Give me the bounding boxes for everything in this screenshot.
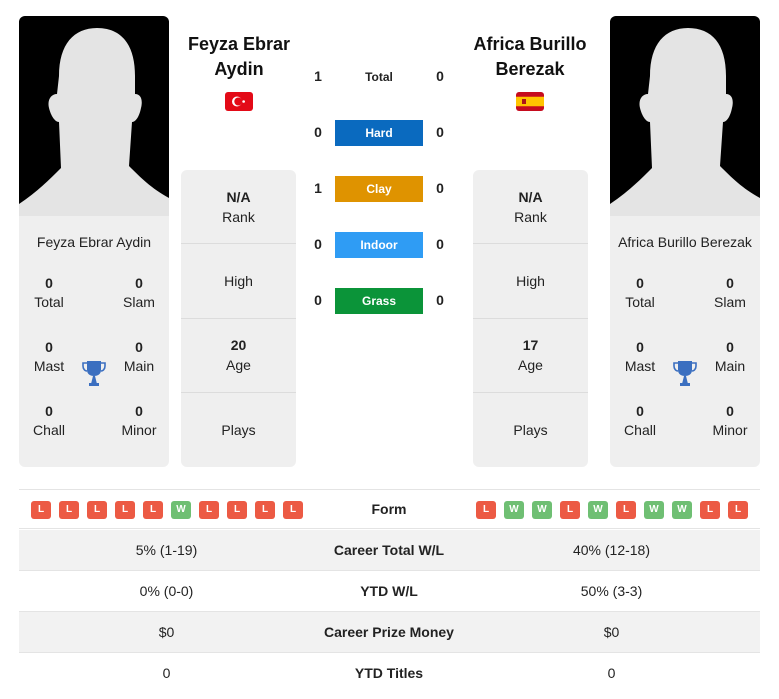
spain-flag-icon bbox=[516, 92, 544, 111]
player-card-left: Feyza Ebrar Aydin 0 Total 0 Slam 0 Mast 0 Ma… bbox=[19, 16, 169, 467]
surface-total-label: Total bbox=[365, 70, 393, 84]
player-photo-right bbox=[610, 16, 760, 216]
form-badge-win[interactable]: W bbox=[588, 501, 608, 519]
form-badge-loss[interactable]: L bbox=[87, 501, 107, 519]
form-badge-win[interactable]: W bbox=[672, 501, 692, 519]
stats-panel-right: N/A Rank High 17 Age Plays bbox=[473, 170, 588, 467]
form-badge-loss[interactable]: L bbox=[283, 501, 303, 519]
surface-grass-badge[interactable]: Grass bbox=[335, 288, 423, 314]
player-photo-left bbox=[19, 16, 169, 216]
form-badge-loss[interactable]: L bbox=[199, 501, 219, 519]
trophy-icon bbox=[673, 361, 697, 386]
h2h-row-clay: 1 Clay 0 bbox=[300, 176, 460, 202]
form-badge-loss[interactable]: L bbox=[115, 501, 135, 519]
form-badge-loss[interactable]: L bbox=[143, 501, 163, 519]
stat-plays: Plays bbox=[513, 421, 548, 438]
comparison-row-ytd-wl: 0% (0-0) YTD W/L 50% (3-3) bbox=[19, 571, 760, 612]
surface-clay-badge[interactable]: Clay bbox=[335, 176, 423, 202]
silhouette-icon bbox=[610, 28, 760, 216]
player-name-right: Africa Burillo Berezak bbox=[618, 234, 752, 250]
titles-main: 0 Main bbox=[714, 339, 746, 374]
titles-slam: 0 Slam bbox=[714, 275, 746, 310]
comparison-row-prize-money: $0 Career Prize Money $0 bbox=[19, 612, 760, 653]
form-badge-win[interactable]: W bbox=[504, 501, 524, 519]
titles-main: 0 Main bbox=[123, 339, 155, 374]
stat-age: 17 Age bbox=[473, 319, 588, 393]
form-badge-loss[interactable]: L bbox=[476, 501, 496, 519]
form-label: Form bbox=[371, 501, 407, 517]
titles-total: 0 Total bbox=[34, 275, 64, 310]
form-badge-loss[interactable]: L bbox=[227, 501, 247, 519]
player-name-left: Feyza Ebrar Aydin bbox=[36, 234, 152, 250]
form-badge-loss[interactable]: L bbox=[560, 501, 580, 519]
stat-high: High bbox=[181, 244, 296, 319]
stat-age: 20 Age bbox=[181, 319, 296, 393]
player-heading-right[interactable]: Africa Burillo Berezak bbox=[460, 32, 600, 82]
form-badge-loss[interactable]: L bbox=[255, 501, 275, 519]
stat-plays: Plays bbox=[221, 421, 256, 438]
stat-rank: N/A Rank bbox=[181, 170, 296, 245]
titles-minor: 0 Minor bbox=[121, 403, 157, 438]
form-badge-loss[interactable]: L bbox=[616, 501, 636, 519]
titles-slam: 0 Slam bbox=[123, 275, 155, 310]
h2h-row-total: 1 Total 0 bbox=[300, 64, 460, 90]
form-badge-loss[interactable]: L bbox=[700, 501, 720, 519]
titles-chall: 0 Chall bbox=[33, 403, 65, 438]
h2h-row-hard: 0 Hard 0 bbox=[300, 120, 460, 146]
titles-chall: 0 Chall bbox=[624, 403, 656, 438]
titles-grid-left: 0 Total 0 Slam 0 Mast 0 Main 0 Chall 0 Minor bbox=[19, 274, 169, 467]
comparison-row-career-wl: 5% (1-19) Career Total W/L 40% (12-18) bbox=[19, 530, 760, 571]
titles-grid-right: 0 Total 0 Slam 0 Mast 0 Main 0 Chall 0 Minor bbox=[610, 274, 760, 467]
form-badge-loss[interactable]: L bbox=[728, 501, 748, 519]
stats-panel-left: N/A Rank High 20 Age Plays bbox=[181, 170, 296, 467]
player-card-right: Africa Burillo Berezak 0 Total 0 Slam 0 Mas… bbox=[610, 16, 760, 467]
turkey-flag-icon bbox=[225, 92, 253, 111]
trophy-icon bbox=[82, 361, 106, 386]
form-badge-loss[interactable]: L bbox=[31, 501, 51, 519]
titles-mast: 0 Mast bbox=[33, 339, 65, 374]
form-badge-win[interactable]: W bbox=[171, 501, 191, 519]
form-badge-win[interactable]: W bbox=[532, 501, 552, 519]
stat-rank: N/A Rank bbox=[473, 170, 588, 245]
stat-high: High bbox=[473, 244, 588, 319]
comparison-row-ytd-titles: 0 YTD Titles 0 bbox=[162, 665, 616, 681]
surface-hard-badge[interactable]: Hard bbox=[335, 120, 423, 146]
titles-mast: 0 Mast bbox=[624, 339, 656, 374]
titles-total: 0 Total bbox=[625, 275, 655, 310]
h2h-row-indoor: 0 Indoor 0 bbox=[300, 232, 460, 258]
surface-indoor-badge[interactable]: Indoor bbox=[335, 232, 423, 258]
silhouette-icon bbox=[19, 28, 169, 216]
form-row: LLLLLWLLLL Form LWWLWLWWLL bbox=[19, 489, 760, 529]
h2h-row-grass: 0 Grass 0 bbox=[300, 288, 460, 314]
form-badge-win[interactable]: W bbox=[644, 501, 664, 519]
titles-minor: 0 Minor bbox=[712, 403, 748, 438]
player-heading-left[interactable]: Feyza Ebrar Aydin bbox=[169, 32, 309, 82]
form-badge-loss[interactable]: L bbox=[59, 501, 79, 519]
